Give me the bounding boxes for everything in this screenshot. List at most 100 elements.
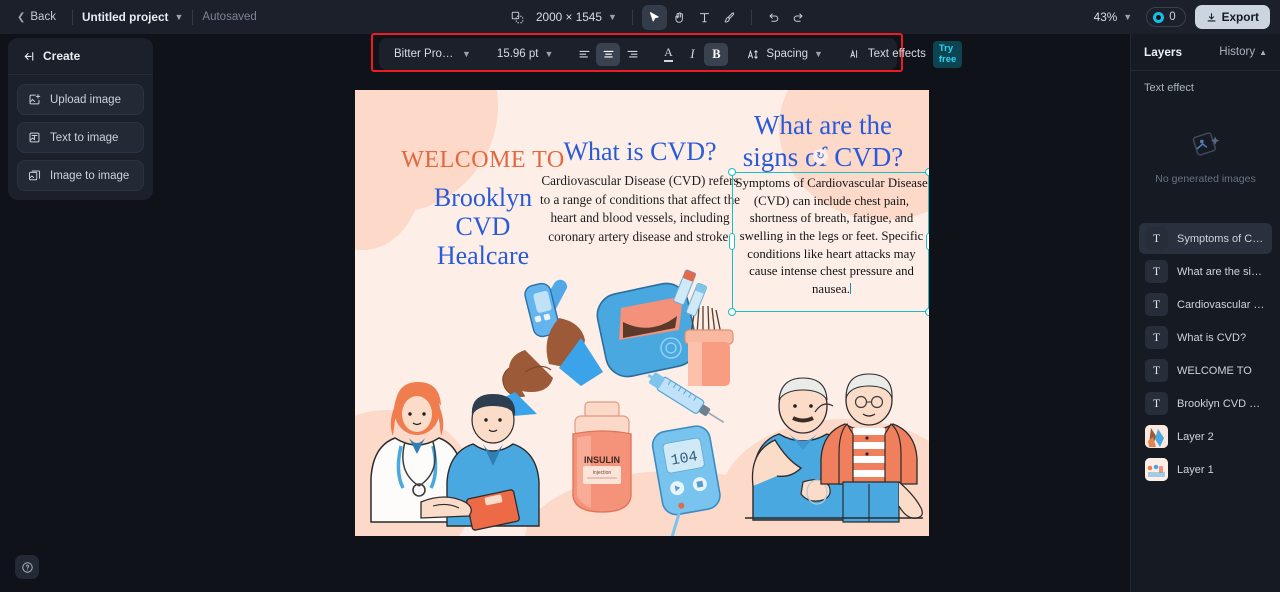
- text-layer-icon: T: [1145, 227, 1168, 250]
- resize-handle-bottom-right[interactable]: [925, 308, 929, 316]
- text-to-image-icon: [29, 132, 40, 143]
- history-toggle[interactable]: History ▲: [1219, 46, 1267, 58]
- resize-handle-top-left[interactable]: [728, 168, 736, 176]
- project-name-label: Untitled project: [81, 10, 169, 24]
- chevron-left-icon: ❮: [17, 11, 26, 23]
- undo-icon[interactable]: [761, 5, 786, 30]
- layer-2-thumb-art: [1145, 425, 1168, 448]
- insulin-sublabel: injection: [593, 470, 612, 476]
- elderly-couple-illustration: [745, 373, 923, 523]
- layer-row[interactable]: T Cardiovascular Dise…: [1139, 289, 1272, 320]
- chevron-down-icon: ▼: [174, 12, 184, 22]
- project-name-dropdown[interactable]: Untitled project ▼: [82, 10, 183, 24]
- back-button[interactable]: ❮ Back: [10, 7, 63, 27]
- layer-name: What is CVD?: [1177, 331, 1247, 344]
- cursor-select-icon[interactable]: [641, 4, 667, 30]
- create-panel-header[interactable]: Create: [8, 38, 153, 75]
- zoom-dropdown[interactable]: 43% ▼: [1089, 7, 1138, 27]
- export-button[interactable]: Export: [1194, 5, 1270, 29]
- chevron-down-icon: ▼: [1123, 12, 1133, 22]
- insulin-bottle-illustration: INSULIN injection: [572, 401, 632, 513]
- design-editor-app: ❮ Back Untitled project ▼ Autosaved 2000…: [0, 0, 1280, 592]
- layer-1-thumb-art: [1145, 458, 1168, 481]
- layer-list: T Symptoms of Cardio… T What are the sig…: [1131, 219, 1280, 489]
- body-what-is-cvd[interactable]: Cardiovascular Disease (CVD) refers to a…: [536, 172, 744, 247]
- layer-name: Brooklyn CVD Healc…: [1177, 397, 1266, 410]
- resize-handle-right[interactable]: [926, 233, 929, 250]
- text-effect-section-label: Text effect: [1144, 82, 1194, 94]
- top-bar-left: ❮ Back Untitled project ▼ Autosaved: [0, 0, 257, 34]
- text-cursor-caret: [850, 282, 852, 294]
- layer-name: Symptoms of Cardio…: [1177, 232, 1266, 245]
- top-bar: ❮ Back Untitled project ▼ Autosaved 2000…: [0, 0, 1280, 34]
- doctors-illustration: [370, 382, 540, 531]
- rotate-handle-icon[interactable]: ↻: [813, 149, 828, 164]
- top-bar-tools: 2000 × 1545 ▼: [505, 0, 811, 34]
- back-label: Back: [30, 11, 56, 23]
- export-label: Export: [1221, 10, 1259, 24]
- upload-image-label: Upload image: [50, 93, 121, 106]
- create-panel: Create Upload image Text to image Image …: [8, 38, 153, 200]
- layer-row[interactable]: Layer 1: [1139, 454, 1272, 485]
- autosave-status: Autosaved: [202, 11, 257, 23]
- layer-row[interactable]: T What is CVD?: [1139, 322, 1272, 353]
- selected-text-value: Symptoms of Cardiovascular Disease (CVD)…: [735, 176, 928, 296]
- divider: [750, 9, 752, 25]
- image-to-image-icon: [28, 170, 41, 181]
- divider: [192, 9, 194, 25]
- zoom-level-label: 43%: [1093, 10, 1118, 24]
- artboard[interactable]: WELCOME TO Brooklyn CVD Healcare What is…: [355, 90, 929, 536]
- credits-badge[interactable]: 0: [1146, 7, 1186, 27]
- glucose-meter-reading-illustration: 104: [651, 425, 721, 536]
- create-panel-title: Create: [43, 49, 81, 63]
- redo-icon[interactable]: [786, 5, 811, 30]
- layers-panel-title: Layers: [1144, 45, 1183, 59]
- heading-signs-of-cvd[interactable]: What are the signs of CVD?: [723, 110, 923, 174]
- layer-row[interactable]: T WELCOME TO: [1139, 355, 1272, 386]
- layer-name: Layer 2: [1177, 430, 1214, 443]
- image-to-image-label: Image to image: [50, 169, 130, 182]
- hand-pan-icon[interactable]: [667, 5, 692, 30]
- layer-row[interactable]: T Brooklyn CVD Healc…: [1139, 388, 1272, 419]
- selected-text-box[interactable]: Symptoms of Cardiovascular Disease (CVD)…: [728, 149, 929, 316]
- upload-image-icon: [29, 94, 41, 105]
- credits-count: 0: [1169, 11, 1176, 23]
- resize-handle-top-right[interactable]: [925, 168, 929, 176]
- image-layer-thumbnail: [1145, 425, 1168, 448]
- text-layer-icon: T: [1145, 359, 1168, 382]
- layer-name: WELCOME TO: [1177, 364, 1252, 377]
- text-tool-icon[interactable]: [692, 5, 717, 30]
- canvas-area[interactable]: WELCOME TO Brooklyn CVD Healcare What is…: [153, 34, 1130, 592]
- text-to-image-label: Text to image: [50, 131, 119, 144]
- help-question-icon: [21, 561, 33, 573]
- coin-icon: [1153, 11, 1165, 23]
- layer-row[interactable]: T What are the signs o…: [1139, 256, 1272, 287]
- text-layer-icon: T: [1145, 260, 1168, 283]
- upload-image-button[interactable]: Upload image: [17, 84, 144, 115]
- no-images-icon: [1192, 131, 1219, 156]
- collapse-panel-icon: [24, 51, 34, 61]
- help-button[interactable]: [15, 555, 39, 579]
- layers-panel: Layers History ▲ Text effect No generate…: [1130, 34, 1280, 592]
- text-to-image-button[interactable]: Text to image: [17, 122, 144, 153]
- canvas-size-label: 2000 × 1545: [536, 10, 602, 24]
- heading-what-is-cvd[interactable]: What is CVD?: [540, 137, 740, 167]
- image-to-image-button[interactable]: Image to image: [17, 160, 144, 191]
- top-bar-right: 43% ▼ 0 Export: [1089, 0, 1270, 34]
- lancet-strips-illustration: [673, 269, 707, 317]
- layer-row[interactable]: T Symptoms of Cardio…: [1139, 223, 1272, 254]
- text-layer-icon: T: [1145, 326, 1168, 349]
- layer-row[interactable]: Layer 2: [1139, 421, 1272, 452]
- layer-name: What are the signs o…: [1177, 265, 1266, 278]
- canvas-size-dropdown[interactable]: 2000 × 1545 ▼: [530, 7, 623, 27]
- text-layer-icon: T: [1145, 392, 1168, 415]
- create-actions-list: Upload image Text to image Image to imag…: [8, 75, 153, 191]
- selected-text-content[interactable]: Symptoms of Cardiovascular Disease (CVD)…: [733, 175, 929, 299]
- resize-canvas-icon[interactable]: [505, 5, 530, 30]
- chevron-up-icon: ▲: [1259, 47, 1267, 57]
- resize-handle-left[interactable]: [729, 233, 735, 250]
- brush-tool-icon[interactable]: [717, 5, 742, 30]
- download-icon: [1207, 12, 1216, 21]
- chevron-down-icon: ▼: [607, 12, 617, 22]
- resize-handle-bottom-left[interactable]: [728, 308, 736, 316]
